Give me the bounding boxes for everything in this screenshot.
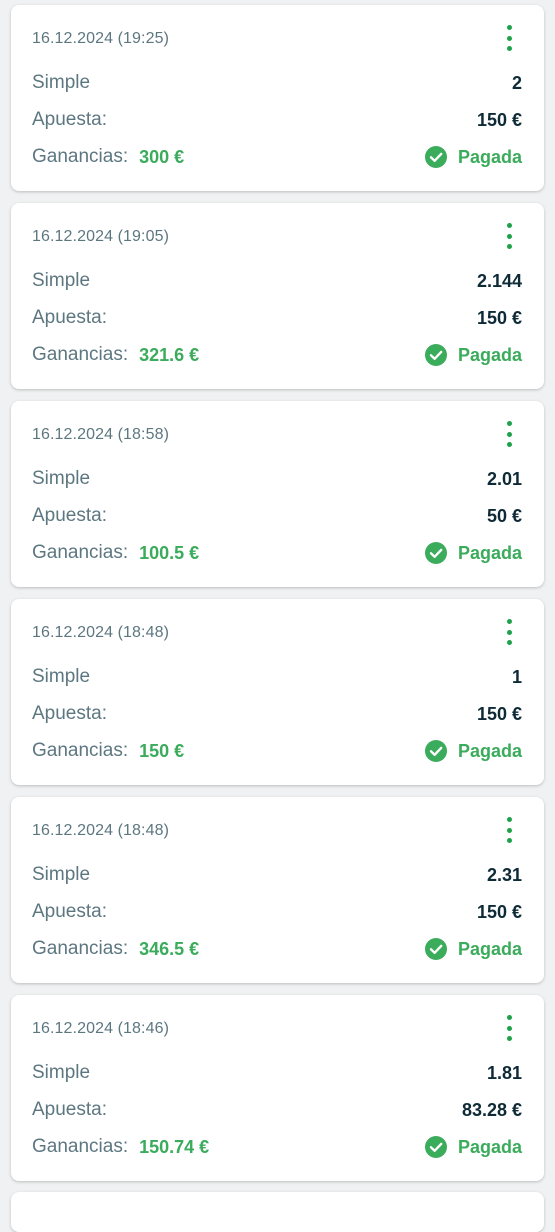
bet-type-label: Simple: [32, 864, 91, 885]
more-vertical-icon[interactable]: [502, 1015, 516, 1041]
check-circle-icon: [424, 1136, 447, 1158]
bet-date: 16.12.2024 (18:48): [32, 822, 170, 839]
bet-stake-row: Apuesta: 83.28 €: [32, 1098, 522, 1122]
bet-stake-row: Apuesta: 150 €: [32, 900, 522, 924]
bet-card-partial[interactable]: [11, 1192, 544, 1232]
bet-type-label: Simple: [32, 468, 91, 489]
bet-stake-row: Apuesta: 150 €: [32, 306, 522, 330]
bet-winnings-row: Ganancias: 150.74 € Pagada: [32, 1135, 522, 1159]
bet-date: 16.12.2024 (18:46): [32, 1020, 170, 1037]
bet-card[interactable]: 16.12.2024 (18:48) Simple 1 Apuesta: 150…: [11, 599, 544, 785]
check-circle-icon: [424, 146, 447, 168]
bet-odds: 2: [511, 72, 522, 93]
status-badge: Pagada: [424, 1136, 522, 1158]
bet-type-row: Simple 2: [32, 71, 522, 95]
stake-value: 150 €: [476, 109, 522, 130]
status-text: Pagada: [457, 344, 522, 365]
stake-label: Apuesta:: [32, 307, 107, 328]
winnings-value: 100.5 €: [139, 542, 200, 563]
winnings-value: 150.74 €: [139, 1136, 210, 1157]
more-vertical-icon[interactable]: [502, 421, 516, 447]
bet-winnings-row: Ganancias: 300 € Pagada: [32, 145, 522, 169]
bet-type-row: Simple 2.01: [32, 467, 522, 491]
bet-stake-row: Apuesta: 50 €: [32, 504, 522, 528]
winnings-value: 150 €: [139, 740, 185, 761]
more-vertical-icon[interactable]: [502, 817, 516, 843]
stake-label: Apuesta:: [32, 505, 107, 526]
check-circle-icon: [424, 542, 447, 564]
bet-type-row: Simple 2.31: [32, 863, 522, 887]
stake-value: 83.28 €: [461, 1099, 522, 1120]
bet-winnings-row: Ganancias: 150 € Pagada: [32, 739, 522, 763]
bet-odds: 1.81: [486, 1062, 522, 1083]
winnings-group: Ganancias: 150 €: [32, 740, 184, 762]
winnings-label: Ganancias:: [32, 146, 129, 167]
status-text: Pagada: [457, 1136, 522, 1157]
bet-card[interactable]: 16.12.2024 (18:46) Simple 1.81 Apuesta: …: [11, 995, 544, 1181]
status-text: Pagada: [457, 740, 522, 761]
winnings-group: Ganancias: 346.5 €: [32, 938, 199, 960]
winnings-label: Ganancias:: [32, 344, 129, 365]
stake-label: Apuesta:: [32, 901, 107, 922]
stake-label: Apuesta:: [32, 1099, 107, 1120]
bet-type-label: Simple: [32, 666, 91, 687]
bet-odds: 2.31: [486, 864, 522, 885]
bet-type-row: Simple 1: [32, 665, 522, 689]
status-text: Pagada: [457, 146, 522, 167]
status-badge: Pagada: [424, 146, 522, 168]
more-vertical-icon[interactable]: [502, 25, 516, 51]
winnings-label: Ganancias:: [32, 1136, 129, 1157]
stake-value: 50 €: [486, 505, 522, 526]
winnings-group: Ganancias: 321.6 €: [32, 344, 199, 366]
more-vertical-icon[interactable]: [502, 619, 516, 645]
winnings-group: Ganancias: 300 €: [32, 146, 184, 168]
bet-odds: 2.144: [476, 270, 522, 291]
bet-odds: 1: [511, 666, 522, 687]
more-vertical-icon[interactable]: [502, 223, 516, 249]
bet-card[interactable]: 16.12.2024 (18:48) Simple 2.31 Apuesta: …: [11, 797, 544, 983]
bet-card[interactable]: 16.12.2024 (19:25) Simple 2 Apuesta: 150…: [11, 5, 544, 191]
bet-stake-row: Apuesta: 150 €: [32, 108, 522, 132]
check-circle-icon: [424, 938, 447, 960]
status-badge: Pagada: [424, 938, 522, 960]
bet-winnings-row: Ganancias: 100.5 € Pagada: [32, 541, 522, 565]
bet-type-label: Simple: [32, 72, 91, 93]
bet-stake-row: Apuesta: 150 €: [32, 702, 522, 726]
bet-date: 16.12.2024 (18:58): [32, 426, 170, 443]
winnings-group: Ganancias: 150.74 €: [32, 1136, 209, 1158]
status-text: Pagada: [457, 542, 522, 563]
winnings-label: Ganancias:: [32, 938, 129, 959]
stake-value: 150 €: [476, 307, 522, 328]
bet-type-label: Simple: [32, 1062, 91, 1083]
stake-value: 150 €: [476, 703, 522, 724]
status-badge: Pagada: [424, 344, 522, 366]
bet-type-row: Simple 1.81: [32, 1061, 522, 1085]
bet-type-label: Simple: [32, 270, 91, 291]
status-badge: Pagada: [424, 740, 522, 762]
bet-date: 16.12.2024 (19:25): [32, 30, 170, 47]
stake-value: 150 €: [476, 901, 522, 922]
bet-winnings-row: Ganancias: 346.5 € Pagada: [32, 937, 522, 961]
bet-odds: 2.01: [486, 468, 522, 489]
status-text: Pagada: [457, 938, 522, 959]
winnings-label: Ganancias:: [32, 542, 129, 563]
bet-card[interactable]: 16.12.2024 (19:05) Simple 2.144 Apuesta:…: [11, 203, 544, 389]
bet-type-row: Simple 2.144: [32, 269, 522, 293]
bet-date: 16.12.2024 (19:05): [32, 228, 170, 245]
bet-card[interactable]: 16.12.2024 (18:58) Simple 2.01 Apuesta: …: [11, 401, 544, 587]
stake-label: Apuesta:: [32, 109, 107, 130]
bet-winnings-row: Ganancias: 321.6 € Pagada: [32, 343, 522, 367]
bet-date: 16.12.2024 (18:48): [32, 624, 170, 641]
status-badge: Pagada: [424, 542, 522, 564]
check-circle-icon: [424, 344, 447, 366]
winnings-label: Ganancias:: [32, 740, 129, 761]
check-circle-icon: [424, 740, 447, 762]
winnings-value: 346.5 €: [139, 938, 200, 959]
winnings-value: 300 €: [139, 146, 185, 167]
winnings-value: 321.6 €: [139, 344, 200, 365]
stake-label: Apuesta:: [32, 703, 107, 724]
winnings-group: Ganancias: 100.5 €: [32, 542, 199, 564]
